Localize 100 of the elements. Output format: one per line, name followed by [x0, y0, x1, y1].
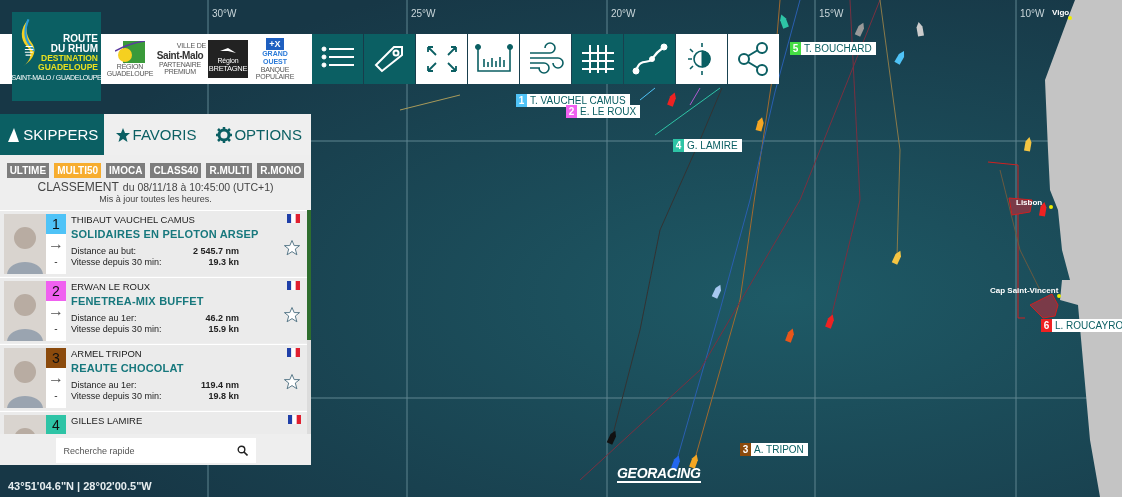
boat-label[interactable]: 1 T. VAUCHEL CAMUS: [516, 94, 630, 107]
brand-logo: GEORACING: [617, 466, 701, 483]
flag-icon: [288, 415, 301, 424]
toolbar-button[interactable]: [416, 34, 467, 84]
skipper-name: E. LE ROUX: [579, 105, 638, 118]
panel-tab[interactable]: SKIPPERS: [0, 114, 104, 155]
trend-arrow: →: [48, 368, 64, 388]
skipper-name: L. ROUCAYRO: [1054, 319, 1122, 332]
update-note: Mis à jour toutes les heures.: [98, 194, 213, 205]
longitude-label: 20°W: [611, 8, 636, 19]
skipper-name: G. LAMIRE: [686, 139, 739, 152]
logo-subtitle: GUADELOUPE: [38, 63, 98, 72]
place-label: Vigo: [1052, 8, 1070, 17]
skipper-row[interactable]: 4 GILLES LAMIRE: [0, 411, 307, 434]
photo-placeholder: [4, 281, 46, 341]
class-filter[interactable]: R.MONO: [257, 163, 305, 178]
stat-value: 2 545.7 nm: [192, 246, 239, 257]
toolbar-button[interactable]: [520, 34, 571, 84]
toolbar-button[interactable]: [728, 34, 779, 84]
stat-label: Distance au but:: [71, 246, 137, 257]
rank-badge: 6: [1041, 319, 1052, 332]
flag-icon: [286, 214, 300, 223]
boat-icon[interactable]: [755, 117, 764, 132]
rank-badge: 2: [46, 281, 66, 301]
skipper-name: ERWAN LE ROUX: [71, 281, 152, 293]
boat-icon[interactable]: [780, 14, 789, 29]
rank-badge: 1: [516, 94, 527, 107]
toolbar-button[interactable]: [364, 34, 415, 84]
skipper-name: T. VAUCHEL CAMUS: [529, 94, 627, 107]
skipper-name: THIBAUT VAUCHEL CAMUS: [71, 214, 196, 226]
boat-icon[interactable]: [671, 455, 680, 470]
longitude-label: 25°W: [411, 8, 436, 19]
class-filter[interactable]: ULTIME: [6, 163, 50, 178]
toolbar-button[interactable]: [312, 34, 363, 84]
toolbar-button[interactable]: [572, 34, 623, 84]
trend-arrow: →: [48, 234, 64, 254]
place-label: Lisbon: [1016, 198, 1043, 207]
flag-icon: [286, 348, 300, 357]
trend-arrow: →: [48, 301, 64, 321]
boat-icon[interactable]: [916, 22, 924, 37]
skipper-name: ARMEL TRIPON: [71, 348, 143, 360]
photo-placeholder: [4, 214, 46, 274]
boat-track: [399, 94, 461, 111]
ranking-date: du 08/11/18 à 10:45:00 (UTC+1): [122, 181, 274, 194]
city-dot: [1057, 294, 1061, 298]
rank-badge: 3: [46, 348, 66, 368]
logo-title: DU RHUM: [50, 44, 98, 54]
boat-name: REAUTE CHOCOLAT: [71, 361, 185, 376]
boat-label[interactable]: 4 G. LAMIRE: [673, 139, 742, 152]
scrollbar[interactable]: [307, 210, 311, 434]
boat-label[interactable]: 6 L. ROUCAYRO: [1041, 319, 1122, 332]
settings-icon: [216, 126, 233, 143]
boat-icon[interactable]: [854, 22, 864, 37]
stat-value: 46.2 nm: [205, 313, 239, 324]
favorite-star-icon[interactable]: [283, 306, 301, 324]
logo-title: ROUTE: [63, 34, 98, 44]
search-icon: [236, 445, 248, 456]
longitude-label: 10°W: [1020, 8, 1045, 19]
boat-icon[interactable]: [711, 284, 721, 299]
photo-placeholder: [4, 348, 46, 408]
toolbar-button[interactable]: [624, 34, 675, 84]
boat-label[interactable]: 2 E. LE ROUX: [566, 105, 641, 118]
stat-label: Distance au 1er:: [71, 380, 137, 391]
toolbar-button[interactable]: [468, 34, 519, 84]
class-filter[interactable]: IMOCA: [106, 163, 146, 178]
rank-badge: 5: [790, 42, 801, 55]
flag-icon: [286, 281, 300, 290]
skipper-name: GILLES LAMIRE: [71, 415, 144, 427]
boat-icon[interactable]: [891, 250, 901, 265]
stat-value: 19.3 kn: [208, 257, 239, 268]
stat-value: 15.9 kn: [208, 324, 239, 335]
place-label: Cap Saint-Vincent: [990, 286, 1059, 295]
boat-label[interactable]: 3 A. TRIPON: [740, 443, 808, 456]
skipper-name: A. TRIPON: [753, 443, 805, 456]
boat-icon[interactable]: [689, 454, 698, 469]
class-filter[interactable]: R.MULTI: [206, 163, 253, 178]
rank-change: -: [54, 389, 58, 403]
cursor-coordinates: 43°51'04.6"N | 28°02'00.5"W: [8, 480, 152, 492]
favorite-star-icon[interactable]: [283, 239, 301, 257]
sail-icon: [5, 126, 22, 143]
stat-value: 19.8 kn: [208, 391, 239, 402]
class-filter[interactable]: CLASS40: [150, 163, 202, 178]
boat-icon[interactable]: [1024, 137, 1032, 152]
boat-label[interactable]: 5 T. BOUCHARD: [790, 42, 876, 55]
skipper-name: T. BOUCHARD: [803, 42, 873, 55]
boat-name: SOLIDAIRES EN PELOTON ARSEP: [71, 227, 260, 242]
boat-name: FENETREA-MIX BUFFET: [71, 294, 205, 309]
stat-label: Distance au 1er:: [71, 313, 137, 324]
favorite-star-icon[interactable]: [283, 373, 301, 391]
city-dot: [1049, 205, 1053, 209]
stat-label: Vitesse depuis 30 min:: [71, 391, 162, 402]
exclusion-zone: [1029, 293, 1059, 319]
rank-badge: 4: [673, 139, 684, 152]
search-field[interactable]: Recherche rapide: [55, 438, 256, 463]
rank-badge: 4: [46, 415, 66, 434]
boat-icon[interactable]: [894, 51, 905, 65]
longitude-label: 15°W: [819, 8, 844, 19]
city-dot: [1068, 16, 1072, 20]
rank-badge: 1: [46, 214, 66, 234]
toolbar-button[interactable]: [676, 34, 727, 84]
